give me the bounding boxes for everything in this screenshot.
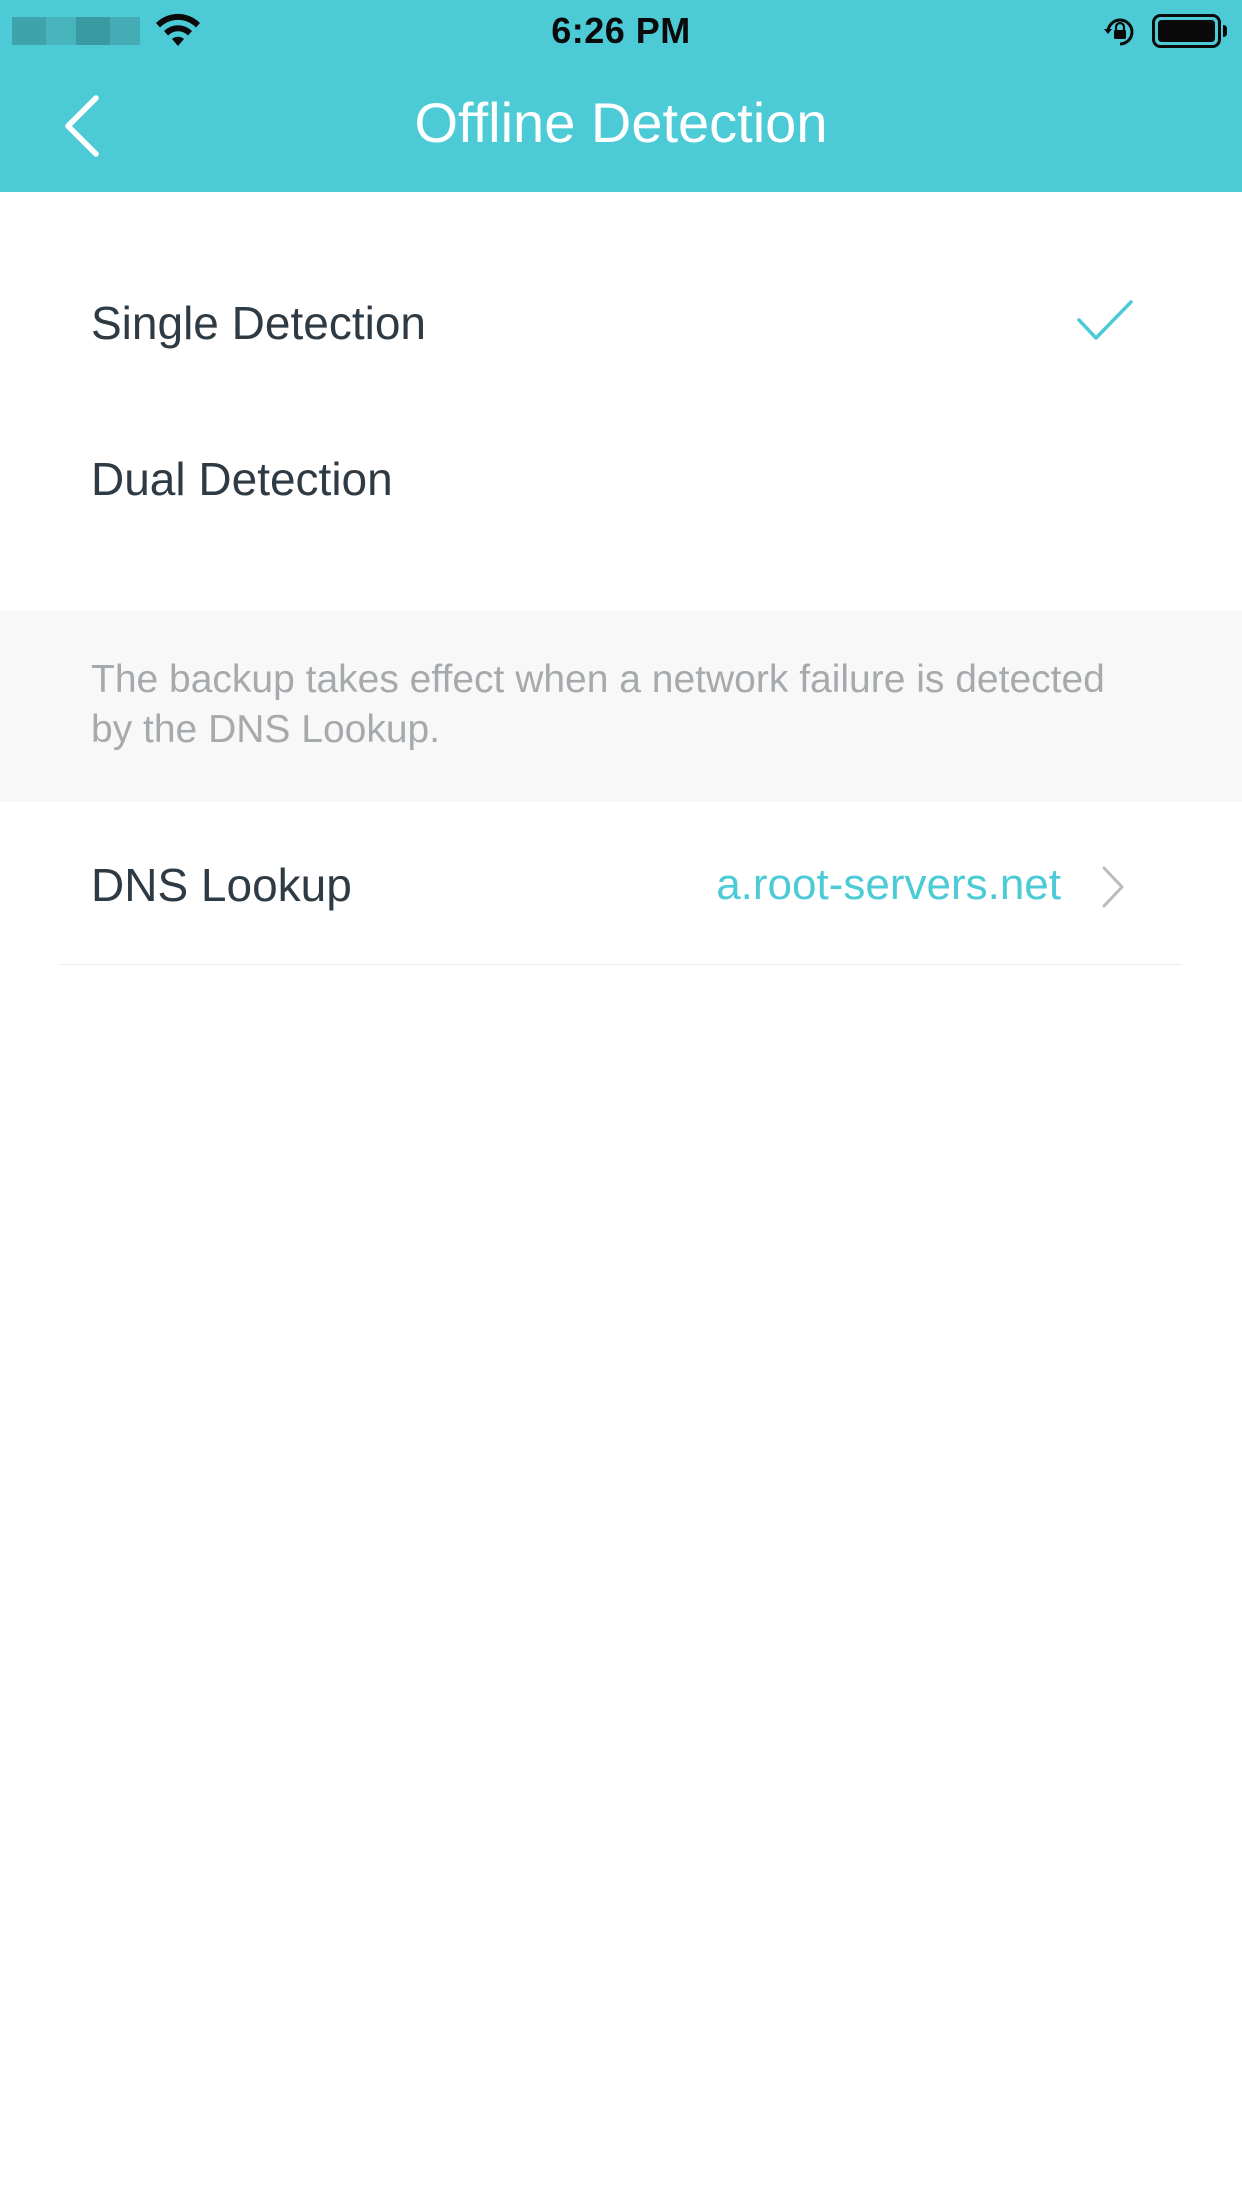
- offline-detection-screen: 6:26 PM Offline Detection Single Detecti…: [0, 0, 1242, 2208]
- nav-bar: Offline Detection: [0, 62, 1242, 192]
- checkmark-icon: [1077, 300, 1133, 340]
- header: 6:26 PM Offline Detection: [0, 0, 1242, 192]
- dns-lookup-label: DNS Lookup: [91, 859, 352, 911]
- divider: [60, 964, 1182, 965]
- status-time: 6:26 PM: [551, 10, 691, 51]
- option-single-detection[interactable]: Single Detection: [0, 248, 1242, 398]
- option-dual-detection[interactable]: Dual Detection: [0, 404, 1242, 554]
- dns-lookup-row[interactable]: DNS Lookup a.root-servers.net: [0, 802, 1242, 965]
- status-bar: 6:26 PM: [0, 0, 1242, 62]
- option-label: Dual Detection: [91, 453, 393, 505]
- option-label: Single Detection: [91, 297, 426, 349]
- info-note: The backup takes effect when a network f…: [0, 611, 1242, 802]
- info-text: The backup takes effect when a network f…: [91, 658, 1105, 751]
- dns-lookup-value: a.root-servers.net: [716, 860, 1061, 909]
- chevron-right-icon: [1102, 866, 1124, 908]
- page-title: Offline Detection: [414, 91, 828, 154]
- battery-icon: [1152, 14, 1227, 48]
- rotation-lock-icon: [1104, 18, 1134, 46]
